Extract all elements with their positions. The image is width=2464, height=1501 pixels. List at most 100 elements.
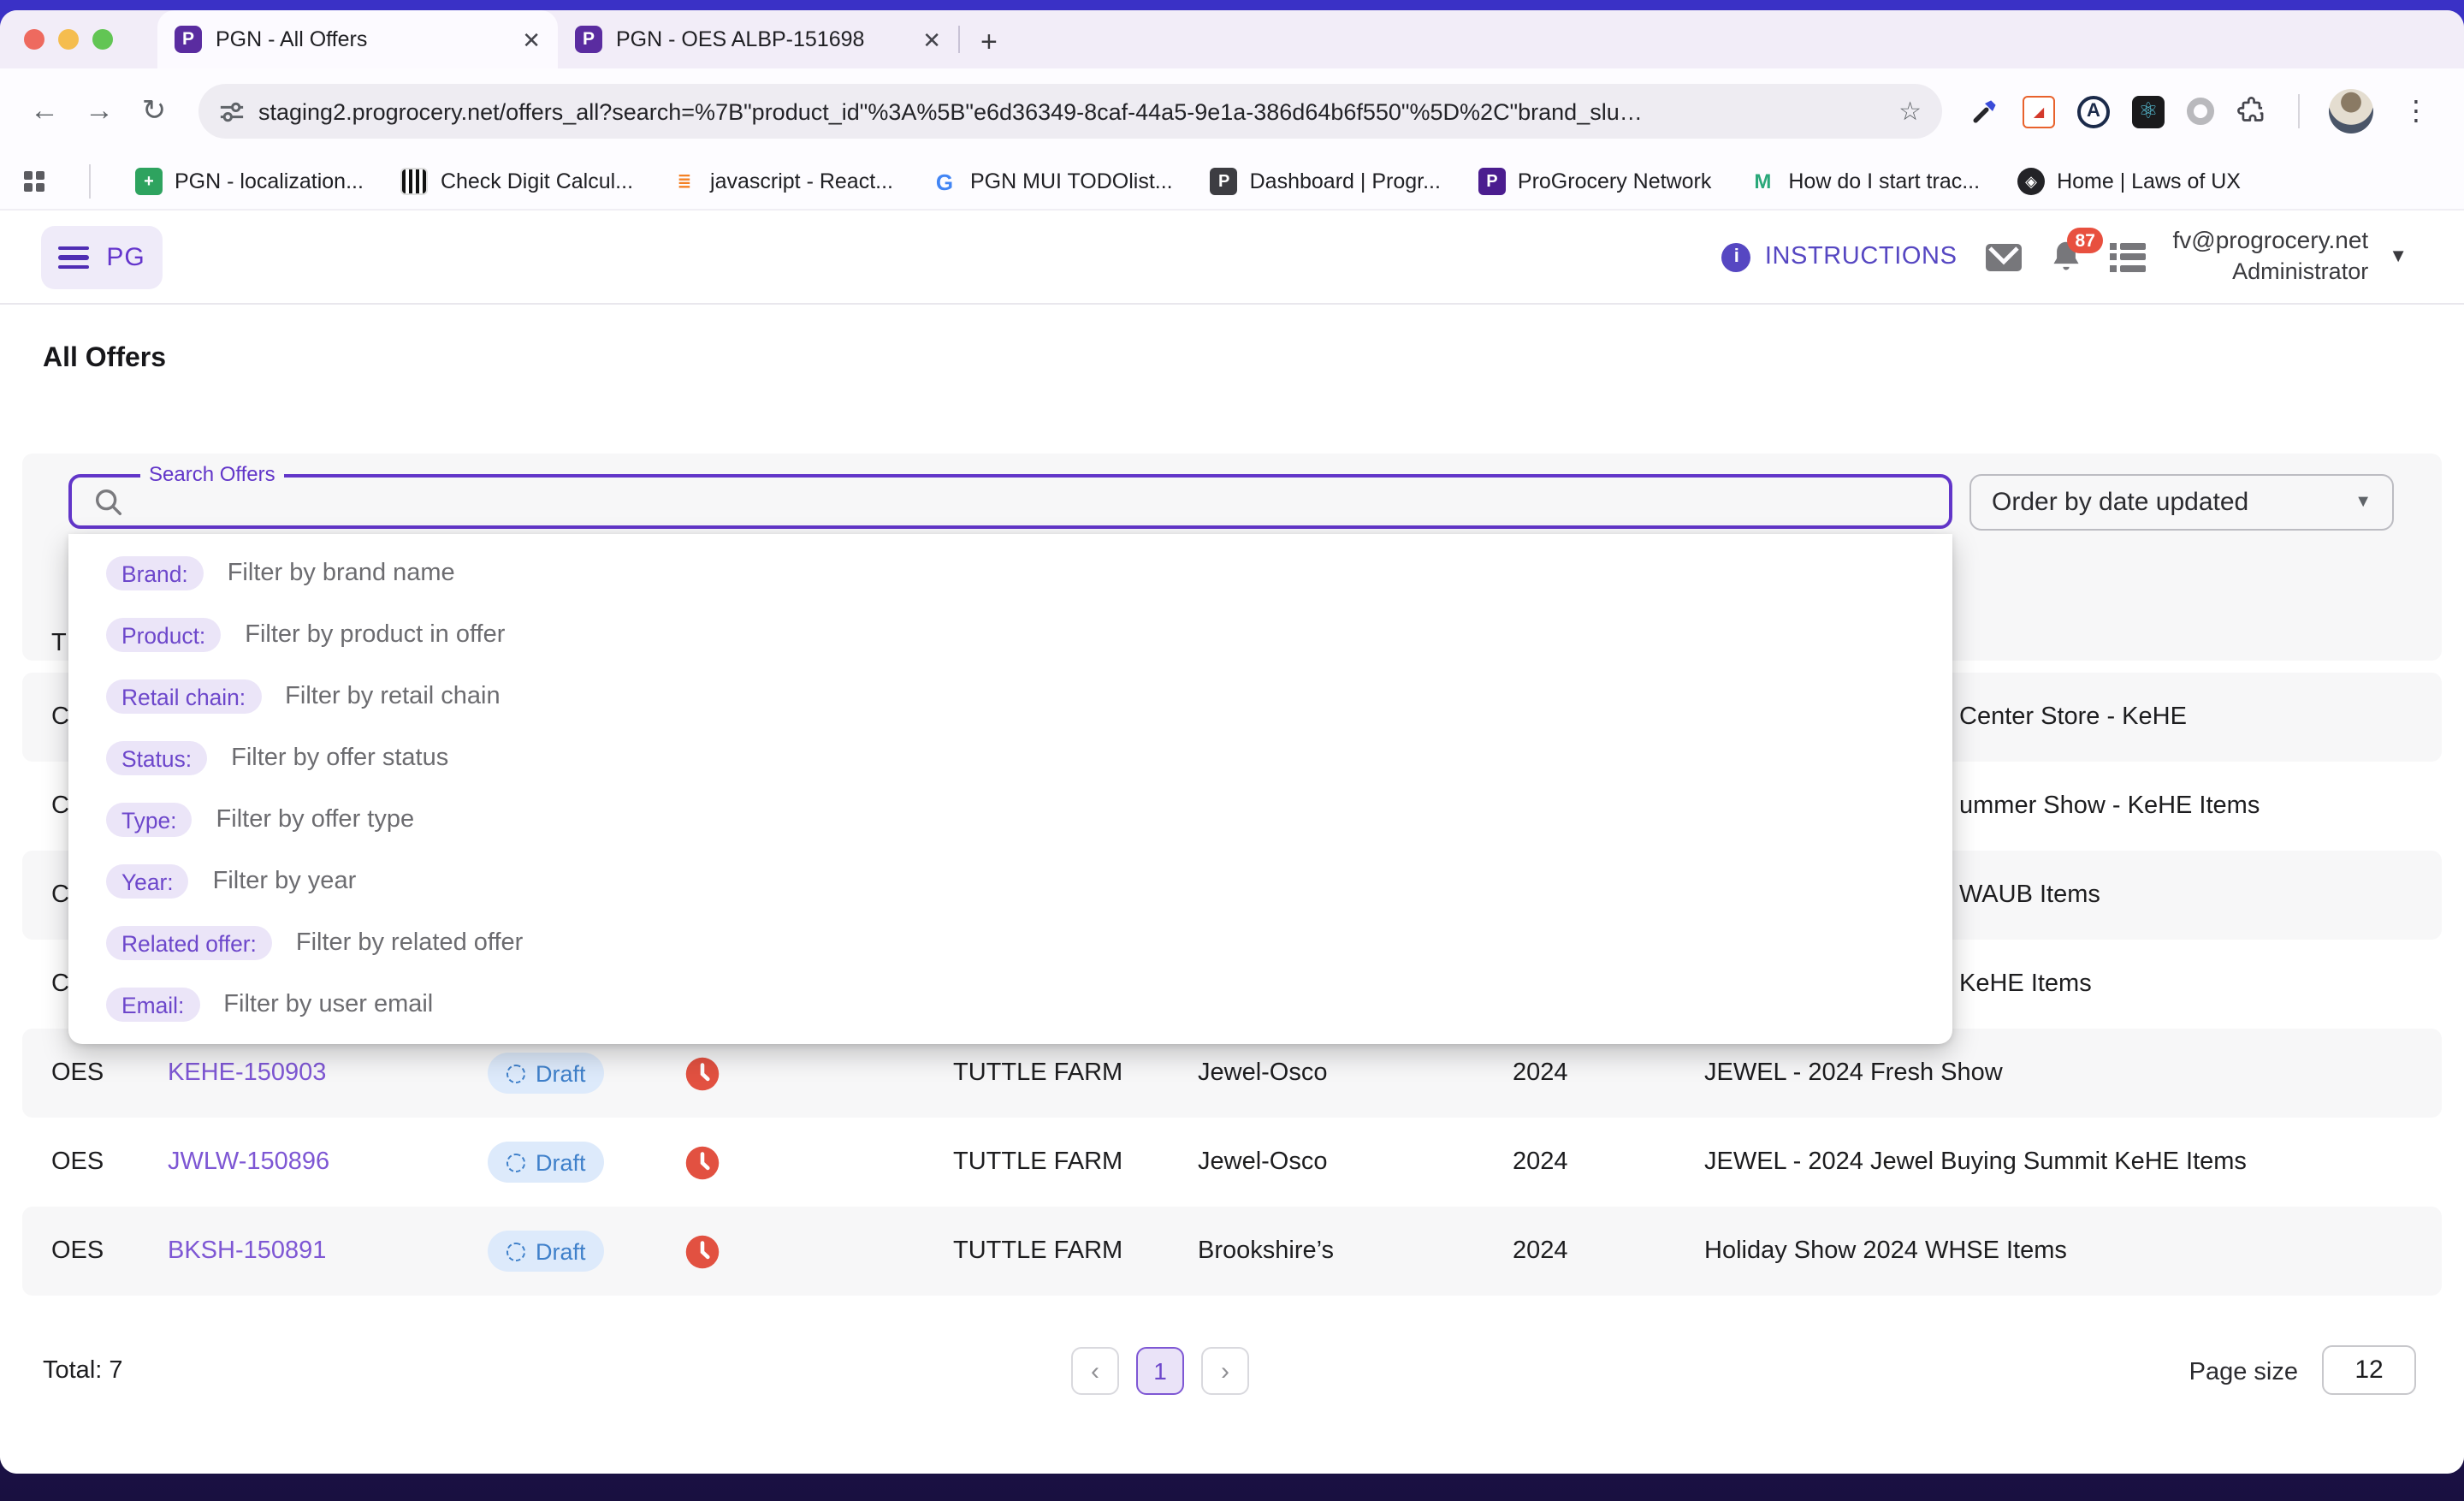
desktop-wallpaper: P PGN - All Offers ✕ P PGN - OES ALBP-15… <box>0 0 2464 1501</box>
pagination-controls: ‹ 1 › <box>1071 1347 1249 1395</box>
filter-option-product[interactable]: Product: Filter by product in offer <box>68 604 1952 666</box>
filter-option-email[interactable]: Email: Filter by user email <box>68 974 1952 1035</box>
user-role: Administrator <box>2173 258 2369 288</box>
barcode-icon <box>401 168 429 195</box>
bookmark-item[interactable]: P Dashboard | Progr... <box>1211 168 1441 195</box>
a-extension-icon[interactable]: A <box>2077 95 2110 128</box>
laws-of-ux-icon: ◈ <box>2017 168 2045 195</box>
sidebar-menu-button[interactable]: PG <box>41 226 163 289</box>
bookmark-item[interactable]: G PGN MUI TODOlist... <box>931 168 1173 195</box>
screenshot-viewport: P PGN - All Offers ✕ P PGN - OES ALBP-15… <box>0 0 2464 1501</box>
user-email: fv@progrocery.net <box>2173 225 2369 258</box>
search-filter-popup: Brand: Filter by brand name Product: Fil… <box>68 534 1952 1044</box>
search-input[interactable] <box>140 485 1928 518</box>
cell-type: OES <box>51 1237 168 1265</box>
info-icon: i <box>1722 242 1751 271</box>
draft-status-icon <box>506 1242 525 1261</box>
reload-icon[interactable]: ↻ <box>130 94 178 128</box>
app-content: PG i INSTRUCTIONS 87 <box>0 211 2464 1474</box>
cell-year: 2024 <box>1513 1148 1704 1176</box>
back-icon[interactable]: ← <box>21 94 68 128</box>
search-offers-field[interactable] <box>68 474 1952 529</box>
filter-option-related-offer[interactable]: Related offer: Filter by related offer <box>68 912 1952 974</box>
cell-retail-chain: Jewel-Osco <box>1198 1148 1513 1176</box>
bookmark-star-icon[interactable]: ☆ <box>1898 96 1922 127</box>
site-settings-icon[interactable] <box>219 98 245 124</box>
sheets-icon: + <box>135 168 163 195</box>
notifications-button[interactable]: 87 <box>2050 240 2082 274</box>
forward-icon[interactable]: → <box>75 94 123 128</box>
cell-brand: TUTTLE FARM <box>953 1237 1198 1265</box>
new-tab-button[interactable]: + <box>970 26 1008 60</box>
order-by-select[interactable]: Order by date updated ▼ <box>1969 474 2394 531</box>
draft-status-icon <box>506 1153 525 1172</box>
pending-clock-icon <box>684 1144 953 1180</box>
pending-clock-icon <box>684 1233 953 1269</box>
table-row[interactable]: OES JWLW-150896 Draft TUTTLE FARM Jewel-… <box>22 1118 2442 1207</box>
draft-status-icon <box>506 1064 525 1083</box>
tab-oes-albp[interactable]: P PGN - OES ALBP-151698 ✕ <box>558 10 958 68</box>
filter-option-retail-chain[interactable]: Retail chain: Filter by retail chain <box>68 666 1952 727</box>
eyedropper-extension-icon[interactable] <box>1969 96 2000 127</box>
close-tab-icon[interactable]: ✕ <box>922 28 941 50</box>
filter-option-status[interactable]: Status: Filter by offer status <box>68 727 1952 789</box>
m-colorful-icon: M <box>1749 168 1776 195</box>
zoom-window-button[interactable] <box>92 29 113 50</box>
page-1-button[interactable]: 1 <box>1136 1347 1184 1395</box>
filter-option-brand[interactable]: Brand: Filter by brand name <box>68 543 1952 604</box>
extensions-puzzle-icon[interactable] <box>2236 95 2269 128</box>
cell-type: OES <box>51 1059 168 1087</box>
bookmark-item[interactable]: Check Digit Calcul... <box>401 168 633 195</box>
filter-option-year[interactable]: Year: Filter by year <box>68 851 1952 912</box>
status-badge: Draft <box>488 1053 605 1094</box>
offer-id-link[interactable]: KEHE-150903 <box>168 1059 488 1087</box>
browser-window: P PGN - All Offers ✕ P PGN - OES ALBP-15… <box>0 10 2464 1474</box>
search-field-label: Search Offers <box>140 462 284 486</box>
minimize-window-button[interactable] <box>58 29 79 50</box>
task-list-icon[interactable] <box>2110 242 2146 271</box>
instructions-button[interactable]: i INSTRUCTIONS <box>1722 242 1958 271</box>
app-logo: PG <box>106 243 145 272</box>
apps-grid-icon[interactable] <box>24 171 44 192</box>
bookmark-item[interactable]: + PGN - localization... <box>135 168 364 195</box>
bookmark-item[interactable]: M How do I start trac... <box>1749 168 1980 195</box>
measure-extension-icon[interactable]: ◢ <box>2023 95 2055 128</box>
browser-menu-icon[interactable]: ⋮ <box>2396 94 2437 128</box>
bookmark-item[interactable]: ◈ Home | Laws of UX <box>2017 168 2241 195</box>
next-page-button[interactable]: › <box>1201 1347 1249 1395</box>
profile-avatar[interactable] <box>2329 89 2373 133</box>
extensions-area: ◢ A ⚛ ⋮ <box>1963 89 2443 133</box>
pgn-favicon: P <box>575 26 602 53</box>
bookmark-item[interactable]: ≣ javascript - React... <box>671 168 893 195</box>
pgn-favicon: P <box>175 26 202 53</box>
cell-retail-chain: Brookshire’s <box>1198 1237 1513 1265</box>
bookmark-item[interactable]: P ProGrocery Network <box>1478 168 1711 195</box>
cell-retail-chain: Jewel-Osco <box>1198 1059 1513 1087</box>
cell-year: 2024 <box>1513 1237 1704 1265</box>
google-icon: G <box>931 168 958 195</box>
gray-circle-extension-icon[interactable] <box>2187 98 2214 125</box>
close-window-button[interactable] <box>24 29 44 50</box>
header-actions: i INSTRUCTIONS 87 <box>1722 211 2408 303</box>
page-size-input[interactable]: 12 <box>2322 1345 2416 1395</box>
offer-id-link[interactable]: JWLW-150896 <box>168 1148 488 1176</box>
stackoverflow-icon: ≣ <box>671 168 698 195</box>
close-tab-icon[interactable]: ✕ <box>522 28 541 50</box>
address-bar[interactable]: staging2.progrocery.net/offers_all?searc… <box>198 84 1942 139</box>
mail-icon[interactable] <box>1985 242 2023 271</box>
header-fragment: T <box>51 630 67 657</box>
table-row[interactable]: OES BKSH-150891 Draft TUTTLE FARM Brooks… <box>22 1207 2442 1296</box>
user-info[interactable]: fv@progrocery.net Administrator <box>2173 225 2369 288</box>
user-menu-caret-icon[interactable]: ▼ <box>2389 246 2408 267</box>
bookmarks-bar: + PGN - localization... Check Digit Calc… <box>0 154 2464 211</box>
tab-strip: P PGN - All Offers ✕ P PGN - OES ALBP-15… <box>0 10 2464 68</box>
cell-brand: TUTTLE FARM <box>953 1148 1198 1176</box>
tab-all-offers[interactable]: P PGN - All Offers ✕ <box>157 10 558 68</box>
react-devtools-icon[interactable]: ⚛ <box>2132 95 2165 128</box>
prev-page-button[interactable]: ‹ <box>1071 1347 1119 1395</box>
filter-option-type[interactable]: Type: Filter by offer type <box>68 789 1952 851</box>
offer-id-link[interactable]: BKSH-150891 <box>168 1237 488 1265</box>
cell-campaign: JEWEL - 2024 Jewel Buying Summit KeHE It… <box>1704 1148 2442 1176</box>
bookmarks-separator <box>89 164 91 199</box>
progrocery-dark-icon: P <box>1211 168 1238 195</box>
